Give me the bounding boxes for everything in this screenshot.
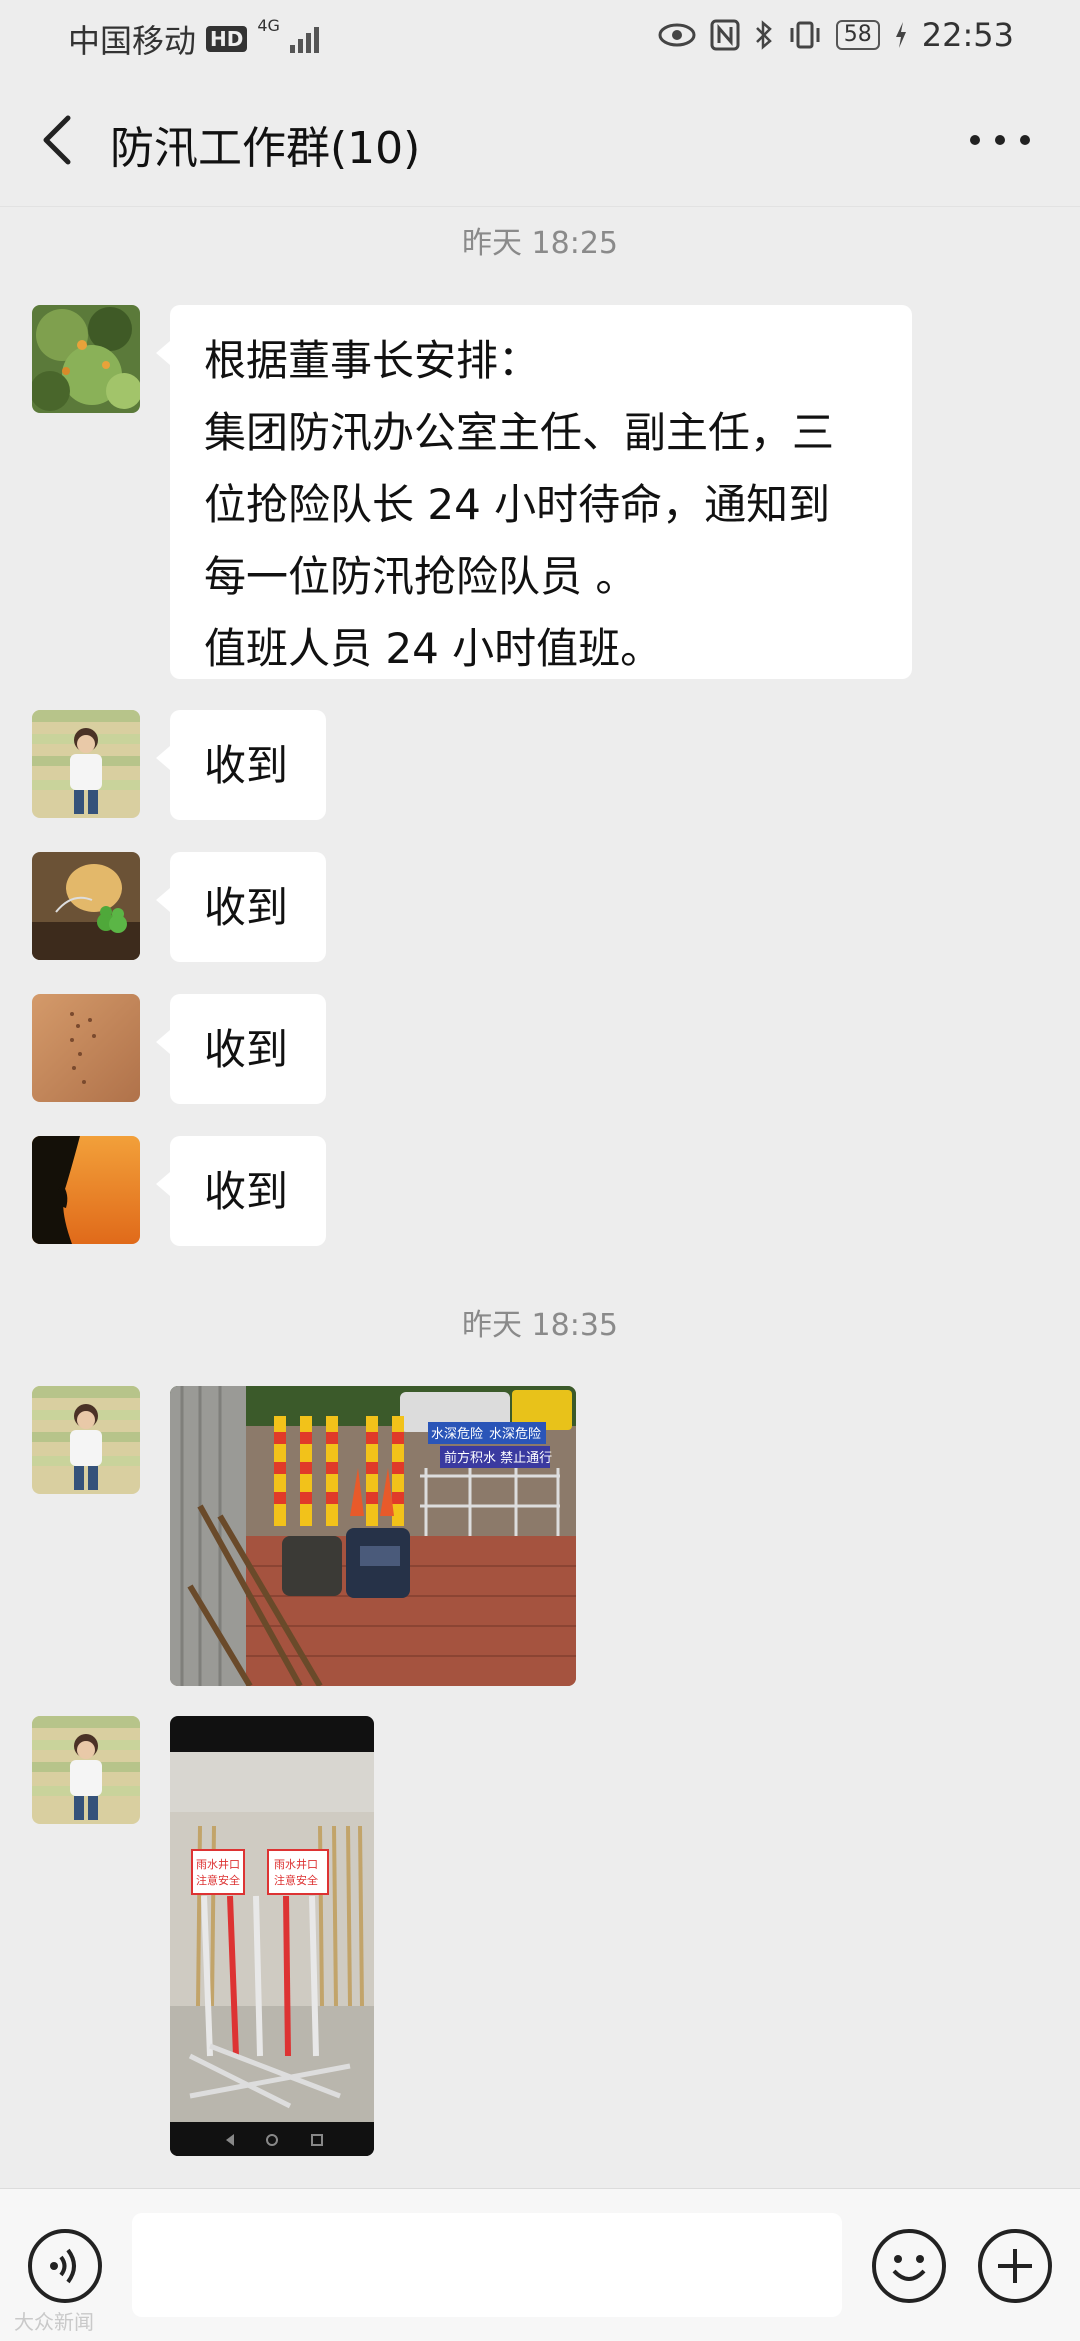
avatar[interactable] <box>32 852 140 960</box>
message-line: 值班人员 24 小时值班。 <box>204 624 663 673</box>
hd-badge: HD <box>206 26 248 52</box>
vibrate-icon <box>790 21 820 49</box>
message-text: 收到 <box>204 1167 289 1216</box>
avatar[interactable] <box>32 994 140 1102</box>
voice-icon <box>50 2248 76 2284</box>
back-button[interactable] <box>34 112 82 168</box>
avatar[interactable] <box>32 710 140 818</box>
timestamp: 昨天 18:35 <box>462 1308 618 1343</box>
message-bubble[interactable]: 收到 <box>156 1136 326 1246</box>
message-text: 收到 <box>204 741 289 790</box>
emoji-icon <box>892 2255 926 2281</box>
charging-icon <box>895 22 906 48</box>
photo-sign-text: 雨水井口 <box>196 1857 240 1871</box>
message-bubble[interactable]: 收到 <box>156 852 326 962</box>
more-button[interactable] <box>970 128 1030 152</box>
message-text: 收到 <box>204 1025 289 1074</box>
message-text: 收到 <box>204 883 289 932</box>
message-input[interactable] <box>132 2213 842 2317</box>
photo-sign-text: 雨水井口 <box>274 1857 318 1871</box>
message-line: 根据董事长安排： <box>204 336 541 385</box>
plus-icon <box>998 2249 1032 2283</box>
chat-title: 防汛工作群(10) <box>110 123 421 174</box>
message-bubble[interactable]: 收到 <box>156 710 326 820</box>
emoji-button[interactable] <box>872 2229 946 2303</box>
photo-sign-text: 水深危险 <box>489 1427 541 1442</box>
input-bar <box>0 2188 1080 2341</box>
plus-button[interactable] <box>978 2229 1052 2303</box>
photo-message[interactable]: 雨水井口 注意安全 雨水井口 注意安全 <box>170 1716 374 2156</box>
status-left: 中国移动 HD 4G <box>68 16 319 62</box>
photo-sign-text: 水深危险 <box>431 1427 483 1442</box>
message-line: 每一位防汛抢险队员 。 <box>204 552 638 601</box>
photo-sign-text: 注意安全 <box>196 1873 240 1887</box>
photo-sign-text: 注意安全 <box>274 1873 318 1887</box>
dot <box>1020 135 1030 145</box>
watermark: 大众新闻 <box>14 2310 94 2334</box>
clock: 22:53 <box>921 16 1014 54</box>
dot <box>995 135 1005 145</box>
avatar[interactable] <box>32 1716 140 1824</box>
message-bubble[interactable]: 根据董事长安排： 集团防汛办公室主任、副主任，三 位抢险队长 24 小时待命，通… <box>156 305 912 679</box>
avatar[interactable] <box>32 305 140 413</box>
status-right: 58 22:53 <box>658 16 1014 54</box>
battery-indicator: 58 <box>835 20 880 50</box>
nfc-icon <box>710 19 740 51</box>
voice-button[interactable] <box>28 2229 102 2303</box>
photo-sign-text: 前方积水 禁止通行 <box>444 1450 552 1466</box>
chat-header: 防汛工作群(10) <box>0 72 1080 207</box>
dot <box>970 135 980 145</box>
avatar[interactable] <box>32 1386 140 1494</box>
carrier-name: 中国移动 <box>68 22 197 60</box>
bluetooth-icon <box>755 20 772 50</box>
status-bar: 中国移动 HD 4G 58 22:53 <box>0 0 1080 72</box>
signal-icon <box>289 25 319 53</box>
timestamp: 昨天 18:25 <box>462 226 618 261</box>
message-line: 位抢险队长 24 小时待命，通知到 <box>204 480 831 529</box>
message-bubble[interactable]: 收到 <box>156 994 326 1104</box>
message-line: 集团防汛办公室主任、副主任，三 <box>204 408 835 457</box>
network-type: 4G <box>257 16 280 35</box>
eye-icon <box>658 23 696 47</box>
photo-message[interactable]: 水深危险 水深危险 前方积水 禁止通行 <box>170 1386 576 1686</box>
avatar[interactable] <box>32 1136 140 1244</box>
